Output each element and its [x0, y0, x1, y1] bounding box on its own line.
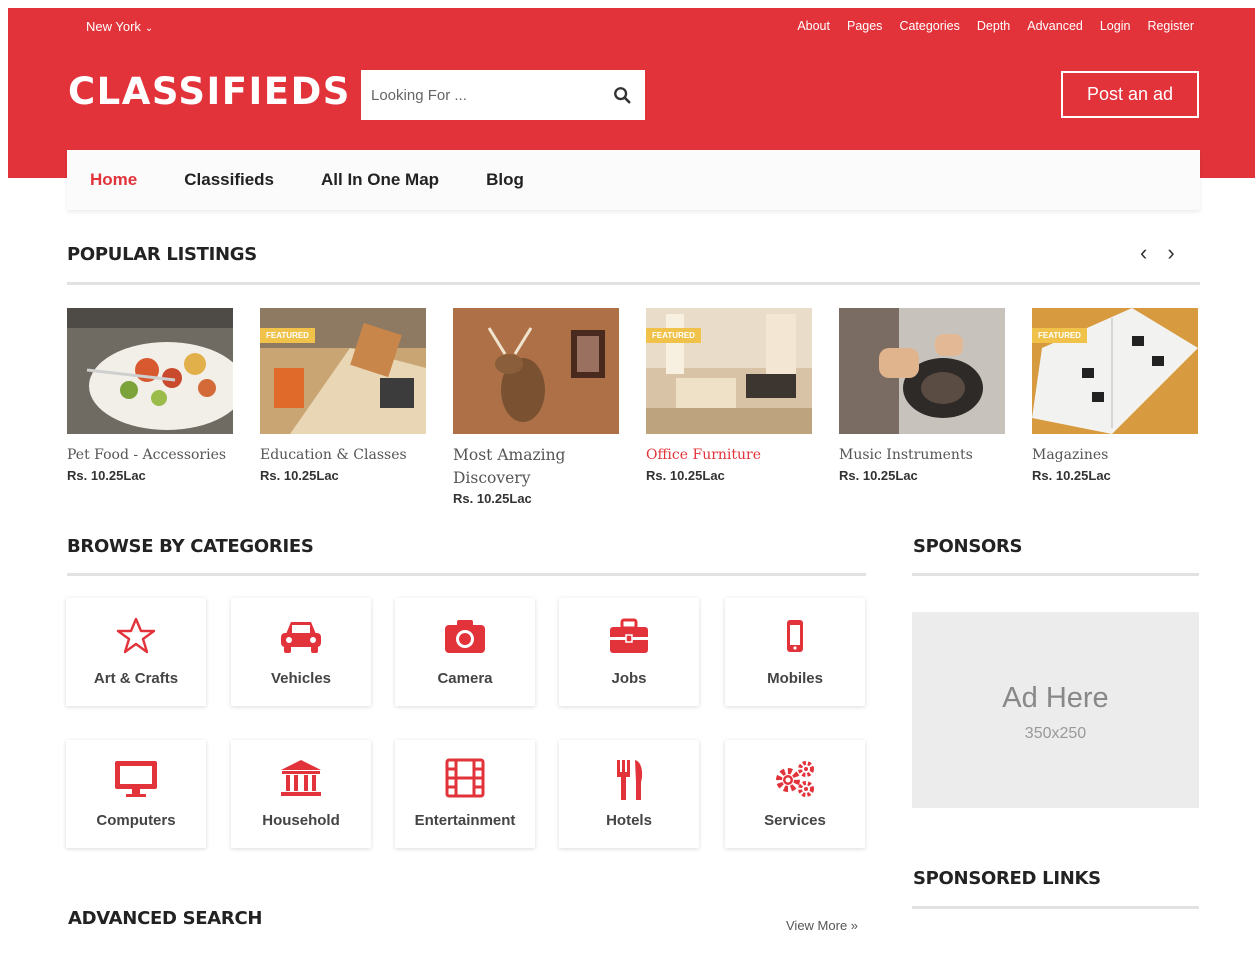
briefcase-icon — [610, 618, 648, 653]
cutlery-icon — [617, 760, 643, 800]
listing-price: Rs. 10.25Lac — [67, 468, 146, 483]
category-vehicles[interactable]: Vehicles — [231, 598, 371, 706]
advanced-search-title: ADVANCED SEARCH — [68, 908, 263, 929]
listing-image-office[interactable]: FEATURED — [646, 308, 812, 434]
top-link-register[interactable]: Register — [1147, 19, 1194, 33]
category-mobiles[interactable]: Mobiles — [725, 598, 865, 706]
location-label: New York — [86, 19, 141, 34]
film-icon — [445, 758, 485, 798]
nav-home[interactable]: Home — [90, 170, 137, 190]
sponsored-links-title: SPONSORED LINKS — [913, 868, 1101, 889]
category-label: Jobs — [611, 670, 647, 687]
sponsors-title: SPONSORS — [913, 536, 1023, 557]
popular-listings-title: POPULAR LISTINGS — [67, 244, 257, 265]
chevron-left-icon[interactable]: ‹ — [1140, 240, 1147, 266]
car-icon — [281, 622, 321, 653]
ad-size: 350x250 — [1024, 725, 1087, 742]
search-icon[interactable] — [613, 86, 631, 104]
listing-image-discovery[interactable] — [453, 308, 619, 434]
listing-image-magazines[interactable]: FEATURED — [1032, 308, 1198, 434]
top-bar: New York ⌄ About Pages Categories Depth A… — [86, 19, 1194, 37]
listing-title[interactable]: Office Furniture — [646, 444, 812, 467]
divider — [67, 573, 866, 576]
divider — [67, 282, 1200, 285]
featured-badge: FEATURED — [1032, 328, 1087, 343]
category-label: Mobiles — [767, 670, 823, 687]
category-label: Vehicles — [270, 670, 332, 687]
carousel-arrows: ‹ › — [1140, 240, 1175, 266]
listing-card[interactable]: FEATURED Magazines Rs. 10.25Lac — [1032, 308, 1198, 483]
category-label: Entertainment — [414, 812, 516, 829]
top-link-login[interactable]: Login — [1100, 19, 1131, 33]
listing-price: Rs. 10.25Lac — [1032, 468, 1111, 483]
listing-card[interactable]: Pet Food - Accessories Rs. 10.25Lac — [67, 308, 233, 483]
listing-card[interactable]: Most Amazing Discovery Rs. 10.25Lac — [453, 308, 619, 506]
mobile-icon — [787, 620, 803, 652]
divider — [912, 906, 1199, 909]
view-more-link[interactable]: View More » — [786, 918, 858, 933]
top-link-about[interactable]: About — [797, 19, 830, 33]
listing-title[interactable]: Most Amazing Discovery — [453, 444, 619, 490]
ad-placeholder[interactable]: Ad Here 350x250 — [912, 612, 1199, 808]
listing-card[interactable]: FEATURED Office Furniture Rs. 10.25Lac — [646, 308, 812, 483]
top-link-categories[interactable]: Categories — [899, 19, 959, 33]
category-camera[interactable]: Camera — [395, 598, 535, 706]
ad-title: Ad Here — [1002, 682, 1109, 714]
category-label: Services — [764, 812, 826, 829]
listing-price: Rs. 10.25Lac — [453, 491, 532, 506]
star-icon — [116, 617, 156, 654]
top-link-advanced[interactable]: Advanced — [1027, 19, 1083, 33]
listing-title[interactable]: Pet Food - Accessories — [67, 444, 233, 467]
listing-price: Rs. 10.25Lac — [646, 468, 725, 483]
location-selector[interactable]: New York ⌄ — [86, 19, 153, 34]
listing-image-food[interactable] — [67, 308, 233, 434]
top-link-pages[interactable]: Pages — [847, 19, 882, 33]
chevron-right-icon[interactable]: › — [1167, 240, 1174, 266]
category-computers[interactable]: Computers — [66, 740, 206, 848]
post-ad-button[interactable]: Post an ad — [1061, 71, 1199, 118]
category-label: Art & Crafts — [93, 670, 179, 687]
listing-card[interactable]: Music Instruments Rs. 10.25Lac — [839, 308, 1005, 483]
category-hotels[interactable]: Hotels — [559, 740, 699, 848]
divider — [912, 573, 1199, 576]
search-input[interactable] — [361, 70, 591, 120]
featured-badge: FEATURED — [260, 328, 315, 343]
site-logo[interactable]: CLASSIFIEDS — [68, 70, 351, 113]
gears-icon — [776, 761, 814, 797]
listing-image-education[interactable]: FEATURED — [260, 308, 426, 434]
listing-price: Rs. 10.25Lac — [260, 468, 339, 483]
listing-title[interactable]: Education & Classes — [260, 444, 426, 467]
camera-icon — [445, 620, 485, 653]
listing-image-music[interactable] — [839, 308, 1005, 434]
listing-price: Rs. 10.25Lac — [839, 468, 918, 483]
nav-classifieds[interactable]: Classifieds — [184, 170, 274, 190]
listing-title[interactable]: Music Instruments — [839, 444, 1005, 467]
listing-card[interactable]: FEATURED Education & Classes Rs. 10.25La… — [260, 308, 426, 483]
category-art-crafts[interactable]: Art & Crafts — [66, 598, 206, 706]
nav-all-in-one-map[interactable]: All In One Map — [321, 170, 439, 190]
category-household[interactable]: Household — [231, 740, 371, 848]
featured-badge: FEATURED — [646, 328, 701, 343]
bank-icon — [281, 760, 321, 796]
main-nav: Home Classifieds All In One Map Blog — [67, 150, 1200, 210]
browse-categories-title: BROWSE BY CATEGORIES — [67, 536, 314, 557]
nav-blog[interactable]: Blog — [486, 170, 524, 190]
category-services[interactable]: Services — [725, 740, 865, 848]
top-links: About Pages Categories Depth Advanced Lo… — [797, 19, 1194, 33]
top-link-depth[interactable]: Depth — [977, 19, 1010, 33]
listing-title[interactable]: Magazines — [1032, 444, 1198, 467]
search-box — [361, 70, 645, 120]
category-label: Household — [262, 812, 340, 829]
chevron-down-icon: ⌄ — [144, 23, 154, 34]
desktop-icon — [115, 761, 157, 797]
category-entertainment[interactable]: Entertainment — [395, 740, 535, 848]
category-label: Hotels — [606, 812, 652, 829]
category-jobs[interactable]: Jobs — [559, 598, 699, 706]
category-label: Computers — [96, 812, 176, 829]
category-label: Camera — [437, 670, 493, 687]
